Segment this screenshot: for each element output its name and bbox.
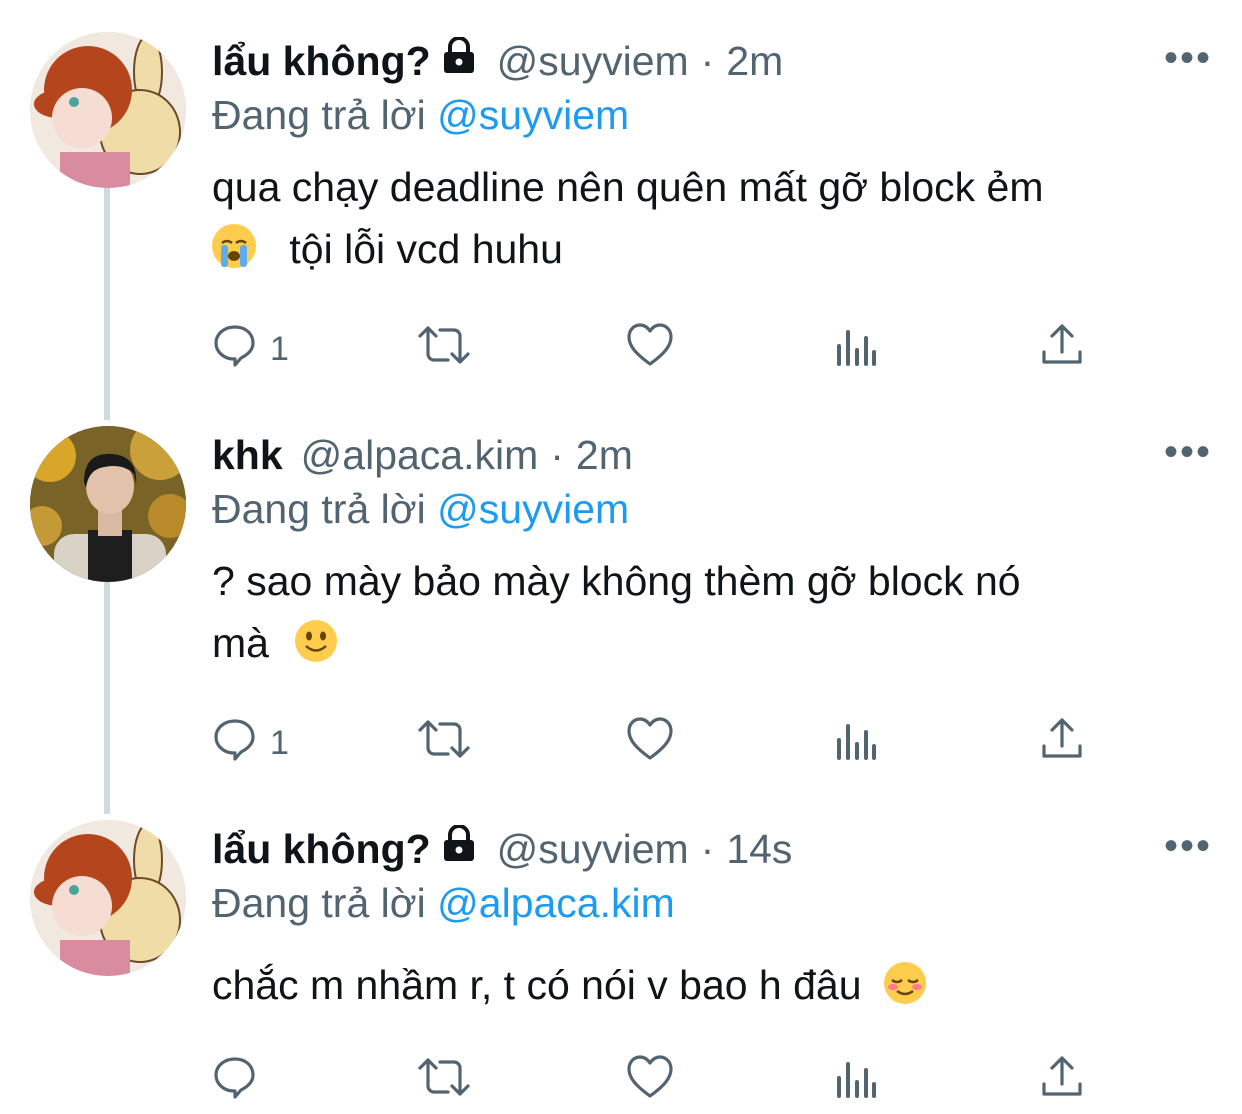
timestamp[interactable]: 2m <box>576 432 633 479</box>
heart-icon <box>626 322 674 377</box>
tweet-header: khk @alpaca.kim · 2m <box>212 428 633 482</box>
tweet-header: lẩu không? @suyviem · 2m <box>212 34 783 88</box>
tweet-header: lẩu không? @suyviem · 14s <box>212 822 792 876</box>
display-name[interactable]: lẩu không? <box>212 826 431 873</box>
lock-icon <box>439 824 479 873</box>
tweet-text: ? sao mày bảo mày không thèm gỡ block nó… <box>212 550 1212 674</box>
display-name[interactable]: lẩu không? <box>212 38 431 85</box>
tweet-text-line-2: mà <box>212 620 269 666</box>
share-button[interactable] <box>1040 1054 1084 1109</box>
handle[interactable]: @alpaca.kim <box>301 432 539 479</box>
tweet-text-line: ? sao mày bảo mày không thèm gỡ block nó <box>212 558 1021 604</box>
views-icon <box>834 322 878 377</box>
tweet-text-line: chắc m nhầm r, t có nói v bao h đâu <box>212 954 1212 1016</box>
mention-link[interactable]: @suyviem <box>437 92 629 138</box>
reply-count: 1 <box>270 329 289 368</box>
like-button[interactable] <box>626 322 674 377</box>
like-button[interactable] <box>626 1054 674 1109</box>
tweet-actions <box>212 1054 1112 1109</box>
replying-to: Đang trả lời @suyviem <box>212 486 629 533</box>
display-name[interactable]: khk <box>212 432 283 479</box>
tweet-actions: 1 <box>212 322 1112 377</box>
tweet-text-line-1: chắc m nhầm r, t có nói v bao h đâu <box>212 962 862 1008</box>
more-options-button[interactable]: ••• <box>1164 826 1212 866</box>
separator-dot: · <box>700 37 715 84</box>
retweet-button[interactable] <box>416 324 472 374</box>
more-options-button[interactable]: ••• <box>1164 38 1212 78</box>
retweet-button[interactable] <box>416 1056 472 1106</box>
replying-to: Đang trả lời @suyviem <box>212 92 629 139</box>
like-button[interactable] <box>626 716 674 771</box>
mention-link[interactable]: @suyviem <box>437 486 629 532</box>
mention-link[interactable]: @alpaca.kim <box>437 880 675 926</box>
reply-icon <box>212 716 258 771</box>
tweet-3[interactable]: lẩu không? @suyviem · 14s ••• Đang trả l… <box>0 788 1242 1114</box>
smiling-face-emoji <box>883 960 927 1004</box>
tweet-text: chắc m nhầm r, t có nói v bao h đâu <box>212 954 1212 1016</box>
avatar[interactable] <box>30 820 186 976</box>
reply-count: 1 <box>270 723 289 762</box>
tweet-text-line: mà <box>212 612 1212 674</box>
retweet-icon <box>416 322 472 377</box>
tweet-actions: 1 <box>212 716 1112 771</box>
tweet-text-line-2: tội lỗi vcd huhu <box>289 226 563 272</box>
reply-button[interactable]: 1 <box>212 718 289 768</box>
share-icon <box>1040 716 1084 771</box>
separator-dot: · <box>700 825 715 872</box>
heart-icon <box>626 1054 674 1109</box>
slightly-smiling-emoji <box>294 618 338 662</box>
tweet-1[interactable]: lẩu không? @suyviem · 2m ••• Đang trả lờ… <box>0 0 1242 400</box>
handle[interactable]: @suyviem <box>497 38 689 85</box>
handle[interactable]: @suyviem <box>497 826 689 873</box>
reply-button[interactable] <box>212 1056 258 1106</box>
replying-to-label: Đang trả lời <box>212 92 426 138</box>
loudly-crying-emoji <box>212 224 256 268</box>
tweet-text-line: tội lỗi vcd huhu <box>212 218 1212 280</box>
views-button[interactable] <box>834 1056 878 1106</box>
replying-to: Đang trả lời @alpaca.kim <box>212 880 675 927</box>
retweet-icon <box>416 716 472 771</box>
heart-icon <box>626 716 674 771</box>
share-button[interactable] <box>1040 716 1084 771</box>
retweet-button[interactable] <box>416 718 472 768</box>
reply-icon <box>212 322 258 377</box>
timestamp[interactable]: 2m <box>726 38 783 85</box>
share-button[interactable] <box>1040 322 1084 377</box>
timestamp[interactable]: 14s <box>726 826 792 873</box>
avatar[interactable] <box>30 32 186 188</box>
views-button[interactable] <box>834 718 878 768</box>
views-icon <box>834 1054 878 1109</box>
share-icon <box>1040 322 1084 377</box>
tweet-text: qua chạy deadline nên quên mất gỡ block … <box>212 156 1212 280</box>
views-button[interactable] <box>834 324 878 374</box>
replying-to-label: Đang trả lời <box>212 486 426 532</box>
replying-to-label: Đang trả lời <box>212 880 426 926</box>
tweet-text-line: qua chạy deadline nên quên mất gỡ block … <box>212 164 1044 210</box>
avatar[interactable] <box>30 426 186 582</box>
share-icon <box>1040 1054 1084 1109</box>
more-options-button[interactable]: ••• <box>1164 432 1212 472</box>
reply-button[interactable]: 1 <box>212 324 289 374</box>
reply-icon <box>212 1054 258 1109</box>
separator-dot: · <box>550 431 564 478</box>
lock-icon <box>439 36 479 85</box>
views-icon <box>834 716 878 771</box>
tweet-2[interactable]: khk @alpaca.kim · 2m ••• Đang trả lời @s… <box>0 394 1242 794</box>
retweet-icon <box>416 1054 472 1109</box>
